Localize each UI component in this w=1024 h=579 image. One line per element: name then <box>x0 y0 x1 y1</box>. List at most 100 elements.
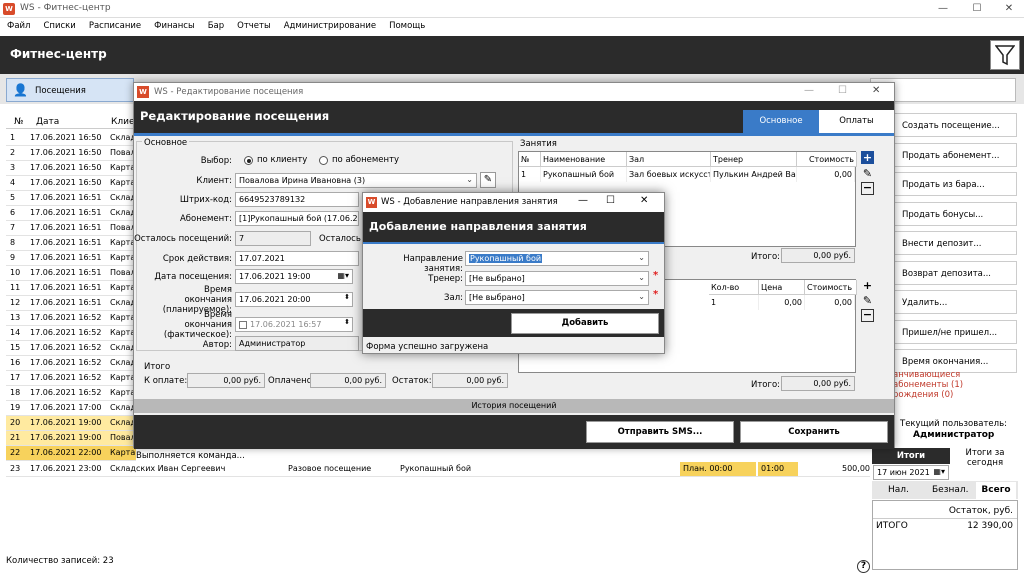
visits-button[interactable]: 👤 Посещения <box>6 78 134 102</box>
subscription-input[interactable]: [1]Рукопашный бой (17.06.21) <box>235 211 359 226</box>
action-button[interactable]: Продать из бара... <box>893 172 1017 196</box>
action-button[interactable]: Возврат депозита... <box>893 260 1017 285</box>
visit-date-input[interactable]: 17.06.2021 19:00 ▦▾ <box>235 269 353 284</box>
classes-cell[interactable]: Рукопашный бой <box>541 167 627 182</box>
subtab-card[interactable]: Безнал. <box>932 485 969 495</box>
totals-date[interactable]: 17 июн 2021 ▦▾ <box>873 465 949 480</box>
table-row[interactable]: 10 17.06.2021 16:51 Повал <box>6 266 136 281</box>
hall-select[interactable]: [Не выбрано] ⌄ <box>465 290 649 305</box>
action-button[interactable]: Удалить... <box>893 290 1017 314</box>
cell-date: 17.06.2021 17:00 <box>30 403 102 412</box>
direction-select[interactable]: Рукопашный бой ⌄ <box>465 251 649 266</box>
table-row[interactable]: 17 17.06.2021 16:52 Карта <box>6 371 136 386</box>
menu-file[interactable]: Файл <box>0 18 36 31</box>
edit-minimize-icon[interactable]: — <box>804 85 814 96</box>
trainer-select[interactable]: [Не выбрано] ⌄ <box>465 271 649 286</box>
classes-cell[interactable]: Пулькин Андрей Вал <box>711 167 797 182</box>
radio-by-client[interactable] <box>244 156 253 165</box>
edit-class-pencil-icon[interactable]: ✎ <box>861 167 874 180</box>
table-row[interactable]: 1 17.06.2021 16:50 Склад <box>6 131 136 146</box>
table-row[interactable]: 22 17.06.2021 22:00 Карта <box>6 446 136 461</box>
edit-close-icon[interactable]: ✕ <box>872 85 880 96</box>
table-row[interactable]: 18 17.06.2021 16:52 Карта <box>6 386 136 401</box>
to-pay-label: К оплате: <box>144 376 188 386</box>
action-button[interactable]: Продать бонусы... <box>893 201 1017 226</box>
menu-reports[interactable]: Отчеты <box>230 18 277 31</box>
save-button[interactable]: Сохранить <box>740 421 888 443</box>
radio-by-subscription[interactable] <box>319 156 328 165</box>
table-row[interactable]: 15 17.06.2021 16:52 Склад <box>6 341 136 356</box>
menu-schedule[interactable]: Расписание <box>82 18 147 31</box>
tab-today[interactable]: Итоги за сегодня <box>952 448 1018 468</box>
action-button[interactable]: Создать посещение... <box>893 113 1017 137</box>
spin-icon[interactable]: ⬍ <box>344 318 350 326</box>
subtab-all[interactable]: Всего <box>976 482 1016 499</box>
table-row[interactable]: 16 17.06.2021 16:52 Склад <box>6 356 136 371</box>
end-actual-input[interactable]: 17.06.2021 16:57 ⬍ <box>235 317 353 332</box>
spin-icon[interactable]: ⬍ <box>344 293 350 301</box>
remove-class-minus-icon[interactable]: − <box>861 182 874 195</box>
edit-client-pencil-icon[interactable]: ✎ <box>480 172 496 188</box>
birthdays-link[interactable]: рождения (0) <box>893 388 1017 402</box>
end-actual-checkbox[interactable] <box>239 320 247 329</box>
action-button[interactable]: Внести депозит... <box>893 231 1017 255</box>
edit-maximize-icon[interactable]: ☐ <box>838 85 847 96</box>
action-button[interactable]: Продать абонемент... <box>893 142 1017 167</box>
minimize-icon[interactable]: — <box>928 1 958 16</box>
table-row[interactable]: 11 17.06.2021 16:51 Карта <box>6 281 136 296</box>
add-class-plus-icon[interactable]: + <box>861 151 874 164</box>
table-row[interactable]: 2 17.06.2021 16:50 Повал <box>6 146 136 161</box>
edit-goods-pencil-icon[interactable]: ✎ <box>861 294 874 307</box>
valid-input[interactable]: 17.07.2021 <box>235 251 359 266</box>
table-row[interactable]: 21 17.06.2021 19:00 Повал <box>6 431 136 446</box>
classes-cell[interactable]: 0,00 <box>797 167 855 182</box>
table-row[interactable]: 3 17.06.2021 16:50 Карта <box>6 161 136 176</box>
table-row[interactable]: 13 17.06.2021 16:52 Карта <box>6 311 136 326</box>
table-row[interactable]: 8 17.06.2021 16:51 Карта <box>6 236 136 251</box>
visit-history-bar[interactable]: История посещений <box>134 399 894 413</box>
add-goods-plus-icon[interactable]: + <box>861 279 874 292</box>
add-maximize-icon[interactable]: ☐ <box>606 195 615 206</box>
calendar-icon[interactable]: ▦▾ <box>933 467 945 476</box>
goods-cell[interactable]: 1 <box>709 295 759 310</box>
table-row[interactable]: 20 17.06.2021 19:00 Склад <box>6 416 136 431</box>
goods-cell[interactable]: 0,00 <box>759 295 805 310</box>
table-row[interactable]: 23 17.06.2021 23:00 Складских Иван Серге… <box>6 462 870 477</box>
menu-bar-item[interactable]: Бар <box>201 18 230 31</box>
menu-help[interactable]: Помощь <box>382 18 431 31</box>
table-row[interactable]: 5 17.06.2021 16:51 Склад <box>6 191 136 206</box>
help-icon[interactable]: ? <box>857 560 870 573</box>
expiring-subscriptions-link[interactable]: анчивающиеся абонементы (1) <box>893 368 1017 390</box>
calendar-icon[interactable]: ▦▾ <box>337 271 349 280</box>
maximize-icon[interactable]: ☐ <box>962 1 992 16</box>
add-close-icon[interactable]: ✕ <box>640 195 648 206</box>
table-row[interactable]: 12 17.06.2021 16:51 Склад <box>6 296 136 311</box>
subtab-cash[interactable]: Нал. <box>888 485 909 495</box>
tab-totals[interactable]: Итоги <box>872 448 950 464</box>
table-row[interactable]: 9 17.06.2021 16:51 Карта <box>6 251 136 266</box>
barcode-input[interactable]: 66495237891З2 <box>235 192 359 207</box>
add-button[interactable]: Добавить <box>511 313 659 334</box>
action-button[interactable]: Пришел/не пришел... <box>893 319 1017 344</box>
tab-payments[interactable]: Оплаты <box>819 110 894 133</box>
client-select[interactable]: Повалова Ирина Ивановна (3) ⌄ <box>235 173 477 188</box>
table-row[interactable]: 4 17.06.2021 16:50 Карта <box>6 176 136 191</box>
menu-finance[interactable]: Финансы <box>147 18 201 31</box>
close-icon[interactable]: ✕ <box>994 1 1024 16</box>
send-sms-button[interactable]: Отправить SMS... <box>586 421 734 443</box>
tab-main[interactable]: Основное <box>743 110 819 133</box>
goods-cell[interactable]: 0,00 <box>805 295 855 310</box>
add-minimize-icon[interactable]: — <box>578 195 588 206</box>
classes-cell[interactable]: 1 <box>519 167 541 182</box>
remove-goods-minus-icon[interactable]: − <box>861 309 874 322</box>
menu-lists[interactable]: Списки <box>36 18 81 31</box>
classes-cell[interactable]: Зал боевых искусств <box>627 167 711 182</box>
cell-activity: Рукопашный бой <box>400 464 472 473</box>
table-row[interactable]: 6 17.06.2021 16:51 Склад <box>6 206 136 221</box>
end-planned-input[interactable]: 17.06.2021 20:00 ⬍ <box>235 292 353 307</box>
menu-admin[interactable]: Администрирование <box>277 18 382 31</box>
table-row[interactable]: 14 17.06.2021 16:52 Карта <box>6 326 136 341</box>
table-row[interactable]: 19 17.06.2021 17:00 Склад <box>6 401 136 416</box>
filter-icon[interactable] <box>990 40 1020 70</box>
table-row[interactable]: 7 17.06.2021 16:51 Повал <box>6 221 136 236</box>
